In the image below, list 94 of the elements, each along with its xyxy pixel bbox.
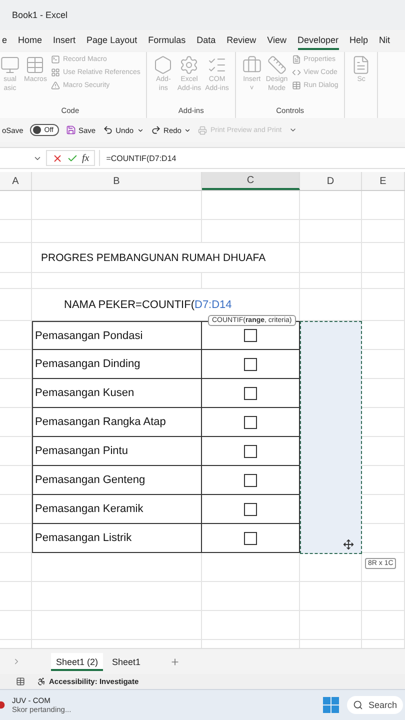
checkbox[interactable] [244, 386, 257, 400]
grid-cell [362, 243, 405, 273]
grid-cell [300, 611, 362, 640]
grid-cell [362, 191, 405, 220]
column-header[interactable]: D [300, 172, 362, 190]
ribbon-tab[interactable]: Insert [53, 32, 76, 50]
gear-icon [179, 55, 200, 75]
checkbox[interactable] [244, 329, 257, 342]
ribbon-tab[interactable]: View [267, 32, 286, 50]
title-cell: PROGRES PEMBANGUNAN RUMAH DHUAFA [32, 243, 300, 273]
table-icon[interactable] [16, 677, 25, 686]
task-cell: Pemasangan Kusen [32, 379, 202, 408]
windows-logo-icon[interactable] [323, 697, 340, 713]
task-cell: Pemasangan Genteng [32, 466, 202, 495]
grid-cell [0, 582, 32, 611]
grid-cell [0, 553, 32, 582]
code-icon [292, 68, 301, 77]
ruler-icon [266, 55, 287, 75]
grid-cell [0, 321, 32, 350]
ribbon-tab[interactable]: e [2, 32, 8, 50]
grid-cell [0, 191, 32, 220]
grid-cell [300, 243, 362, 273]
cursor-icon [343, 539, 354, 550]
insert-function-button[interactable]: fx [82, 152, 90, 164]
grid-cell [0, 495, 32, 524]
checkbox[interactable] [244, 532, 257, 544]
caret-icon [136, 126, 144, 134]
task-cell: Pemasangan Dinding [32, 350, 202, 379]
table-icon [292, 81, 301, 90]
grid-cell [362, 289, 405, 321]
ribbon-tab[interactable]: Review [226, 32, 256, 50]
hexagon-icon [153, 55, 174, 75]
ribbon-tab[interactable]: Page Layout [86, 32, 138, 50]
checkbox[interactable] [244, 502, 257, 516]
grid-cell [362, 273, 405, 289]
save-icon [66, 125, 76, 135]
printer-icon [198, 126, 208, 134]
monitor-icon [0, 55, 20, 75]
task-cell: Pemasangan Pintu [32, 437, 202, 466]
sheet-tab[interactable]: Sheet1 (2) [51, 652, 104, 670]
taskbar-search[interactable]: Search [347, 696, 403, 714]
task-cell: Pemasangan Pondasi [32, 321, 202, 350]
grid-cell [362, 582, 405, 611]
grid-cell [0, 524, 32, 553]
task-cell: Pemasangan Rangka Atap [32, 408, 202, 437]
grid-cell [0, 289, 32, 321]
checkbox[interactable] [244, 444, 257, 458]
grid-cell [0, 379, 32, 408]
accessibility-icon [37, 677, 46, 686]
grid-cell [0, 273, 32, 289]
ribbon-tab[interactable]: Nit [379, 32, 390, 50]
grid-cell [300, 582, 362, 611]
check-icon[interactable] [67, 152, 78, 164]
column-header[interactable]: C [202, 172, 300, 190]
grid-cell [0, 408, 32, 437]
task-cell: Pemasangan Listrik [32, 524, 202, 553]
checkbox[interactable] [244, 474, 257, 486]
grid-cell [362, 611, 405, 640]
grid-cell [0, 220, 32, 243]
grid-cell [300, 273, 362, 289]
ribbon-tab[interactable]: Home [18, 32, 42, 50]
formula-input[interactable]: =COUNTIF(D7:D14 [99, 150, 405, 166]
ribbon-tab[interactable]: Formulas [148, 32, 186, 50]
redo-icon [150, 125, 161, 135]
customize-icon[interactable] [288, 126, 297, 134]
ribbon-tab[interactable]: Help [350, 32, 368, 50]
briefcase-icon [242, 55, 262, 75]
add-sheet-icon[interactable] [170, 656, 180, 666]
task-cell: Pemasangan Keramik [32, 495, 202, 524]
caret-icon [184, 126, 192, 134]
grid-cell [0, 611, 32, 640]
grid-cell [0, 350, 32, 379]
cancel-icon[interactable] [52, 152, 63, 164]
column-header[interactable]: E [362, 172, 405, 190]
ribbon-tab[interactable]: Developer [298, 32, 339, 50]
grid-cell [0, 437, 32, 466]
ribbon-tab[interactable]: Data [196, 32, 216, 50]
table-icon [25, 55, 46, 75]
warning-icon [50, 81, 60, 90]
grid-cell [362, 220, 405, 243]
grid-cell [0, 243, 32, 273]
sheet-tab[interactable]: Sheet1 [107, 652, 146, 670]
search-icon [353, 700, 364, 710]
checkbox[interactable] [244, 358, 257, 370]
undo-icon [102, 125, 113, 135]
grid-cell [300, 191, 362, 220]
grid-cell [300, 220, 362, 243]
grid-cell [0, 466, 32, 495]
window-title: Book1 - Excel [12, 10, 68, 20]
document-icon [292, 55, 301, 64]
grid-icon [50, 68, 60, 77]
checkbox[interactable] [244, 416, 257, 428]
column-header[interactable]: A [0, 172, 32, 190]
terminal-icon [50, 55, 60, 64]
